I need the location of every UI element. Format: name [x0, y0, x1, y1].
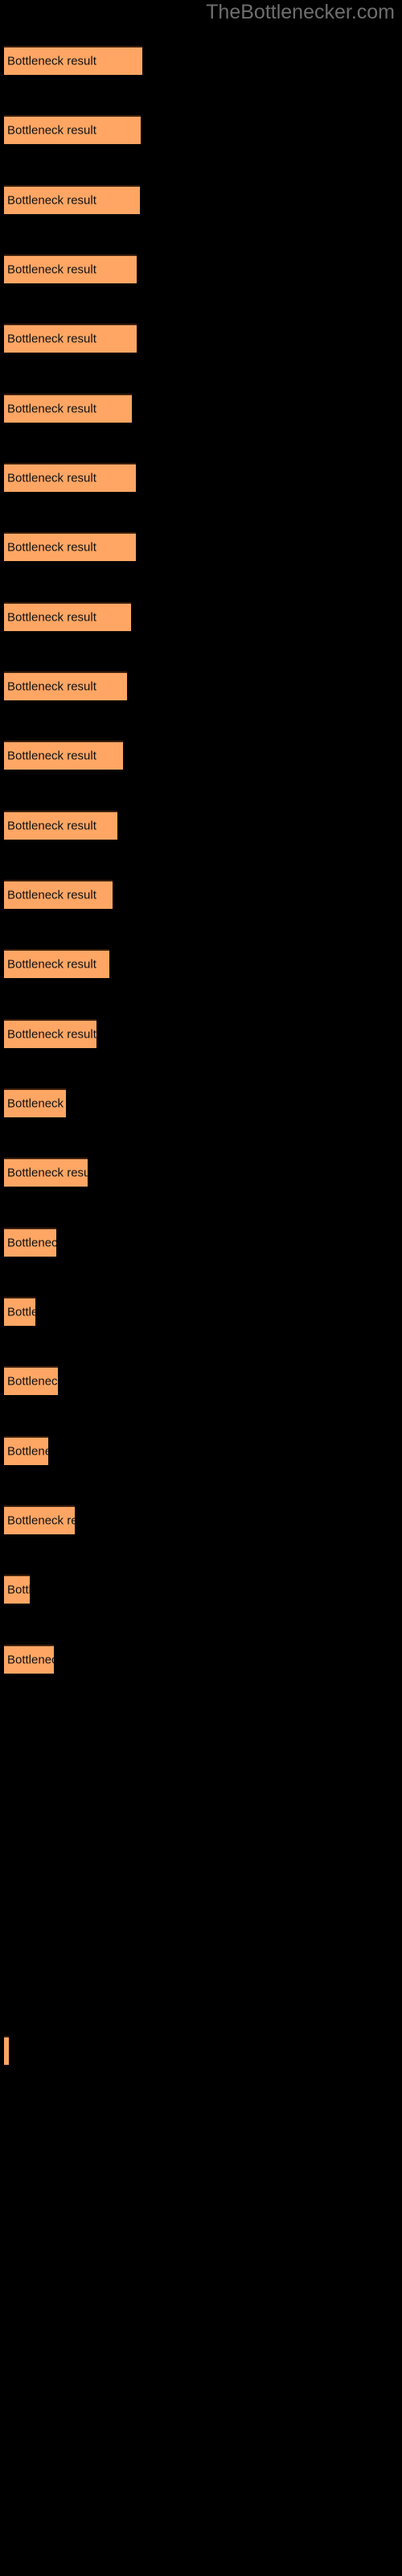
bar-label: Bottleneck result: [7, 1305, 35, 1319]
bar-19[interactable]: Bottleneck result: [4, 1297, 35, 1326]
bar-label: Bottleneck result: [7, 262, 96, 277]
bar-label: Bottleneck result: [7, 54, 96, 68]
bar-16[interactable]: Bottleneck result: [4, 1088, 66, 1117]
bar-2[interactable]: Bottleneck result: [4, 115, 141, 144]
bar-label: Bottleneck result: [7, 957, 96, 972]
bar-label: Bottleneck result: [7, 679, 96, 694]
bar-chart-plot-area: Bottleneck result Bottleneck result Bottle…: [0, 0, 402, 2576]
bar-5[interactable]: Bottleneck result: [4, 324, 137, 353]
bar-label: Bottleneck result: [7, 1444, 48, 1459]
bar-label: Bottleneck result: [7, 123, 96, 138]
bar-label: Bottleneck result: [7, 402, 96, 416]
bar-label: Bottleneck result: [7, 749, 96, 763]
bar-22[interactable]: Bottleneck result: [4, 1505, 75, 1534]
bar-25[interactable]: [4, 2036, 9, 2065]
bar-label: Bottleneck result: [7, 610, 96, 625]
bar-9[interactable]: Bottleneck result: [4, 602, 131, 631]
bar-24[interactable]: Bottleneck result: [4, 1645, 54, 1674]
bar-label: Bottleneck result: [7, 1513, 75, 1528]
bar-label: Bottleneck result: [7, 332, 96, 346]
bar-11[interactable]: Bottleneck result: [4, 741, 123, 770]
bar-7[interactable]: Bottleneck result: [4, 463, 136, 492]
bar-14[interactable]: Bottleneck result: [4, 949, 109, 978]
bar-1[interactable]: Bottleneck result: [4, 46, 142, 75]
bar-20[interactable]: Bottleneck result: [4, 1366, 58, 1395]
bar-15[interactable]: Bottleneck result: [4, 1019, 96, 1048]
bar-label: Bottleneck result: [7, 1096, 66, 1111]
bar-21[interactable]: Bottleneck result: [4, 1436, 48, 1465]
bar-12[interactable]: Bottleneck result: [4, 811, 117, 840]
bar-13[interactable]: Bottleneck result: [4, 880, 113, 909]
bar-label: Bottleneck result: [7, 1583, 30, 1597]
bar-label: Bottleneck result: [7, 471, 96, 485]
bar-label: Bottleneck result: [7, 1653, 54, 1667]
bar-8[interactable]: Bottleneck result: [4, 532, 136, 561]
bar-3[interactable]: Bottleneck result: [4, 185, 140, 214]
bar-label: Bottleneck result: [7, 1166, 88, 1180]
bar-17[interactable]: Bottleneck result: [4, 1158, 88, 1187]
bar-label: Bottleneck result: [7, 888, 96, 902]
bar-label: Bottleneck result: [7, 1374, 58, 1389]
bar-label: Bottleneck result: [7, 1236, 56, 1250]
chart-canvas: TheBottlenecker.com Bottleneck result Bot…: [0, 0, 402, 2576]
bar-6[interactable]: Bottleneck result: [4, 394, 132, 423]
bar-10[interactable]: Bottleneck result: [4, 671, 127, 700]
bar-4[interactable]: Bottleneck result: [4, 254, 137, 283]
bar-label: Bottleneck result: [7, 540, 96, 555]
bar-label: Bottleneck result: [7, 1027, 96, 1042]
bar-label: Bottleneck result: [7, 819, 96, 833]
bar-23[interactable]: Bottleneck result: [4, 1575, 30, 1604]
bar-18[interactable]: Bottleneck result: [4, 1228, 56, 1257]
bar-label: Bottleneck result: [7, 193, 96, 208]
